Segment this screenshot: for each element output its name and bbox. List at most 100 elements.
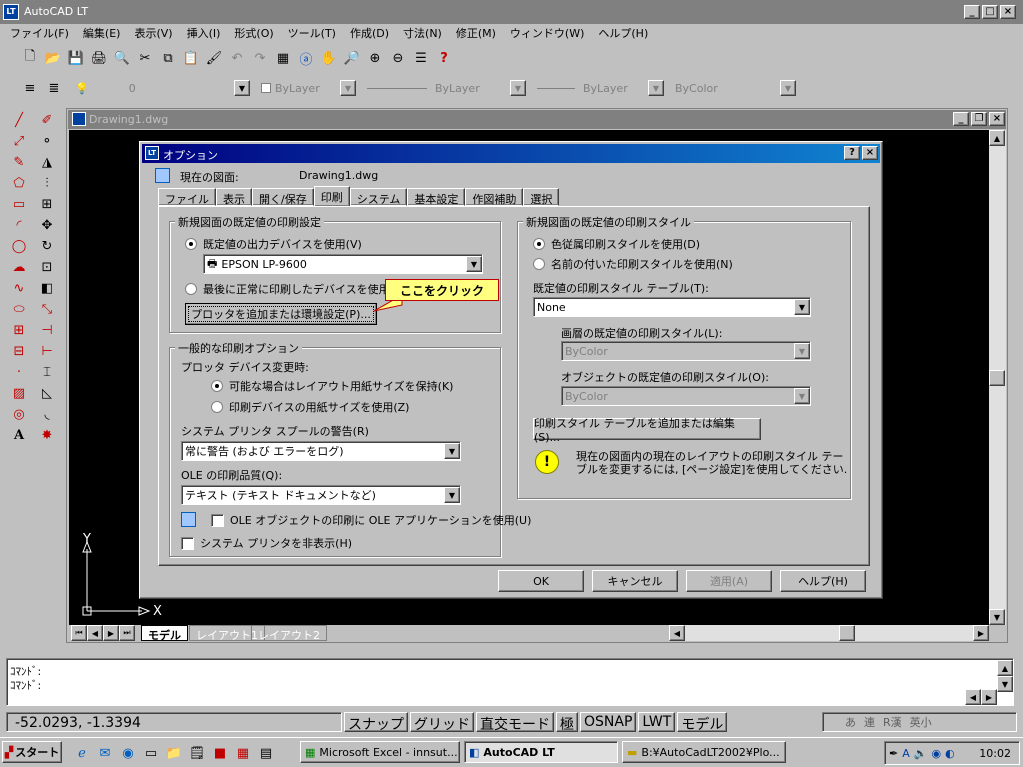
zoom-previous-icon[interactable]: ⊖ — [388, 48, 408, 68]
drawing-icon[interactable] — [72, 112, 86, 126]
redo-icon[interactable]: ↷ — [250, 48, 270, 68]
dialog-help-button[interactable]: ? — [844, 146, 860, 160]
desktop-icon[interactable]: ▭ — [141, 743, 161, 763]
dialog-tab-6[interactable]: 作図補助 — [465, 188, 524, 206]
task-autocad[interactable]: ◧ AutoCAD LT — [464, 741, 618, 763]
drawing-hscroll[interactable]: ◀ ▶ — [669, 625, 989, 641]
status-toggle-3[interactable]: 極 — [556, 712, 578, 733]
ime-icon[interactable]: A — [902, 747, 910, 760]
dialog-tab-3[interactable]: 印刷 — [313, 186, 350, 206]
last-tab-icon[interactable]: ⏭ — [119, 625, 135, 641]
break-icon[interactable]: ⌶ — [37, 362, 57, 382]
plotstyle-combo[interactable]: ByColor ▼ — [672, 78, 796, 98]
zoom-window-icon[interactable]: ⊕ — [365, 48, 385, 68]
outlook-icon[interactable]: ✉ — [95, 743, 115, 763]
mirror-icon[interactable]: ◮ — [37, 152, 57, 172]
ole-quality-combo[interactable]: テキスト (テキスト ドキュメントなど) ▼ — [181, 485, 461, 505]
copy-object-icon[interactable]: ⚬ — [37, 131, 57, 151]
line-icon[interactable]: ╱ — [9, 110, 29, 130]
design-center-icon[interactable]: ▦ — [273, 48, 293, 68]
cmd-scroll-left-icon[interactable]: ◀ — [965, 689, 981, 705]
cmd-scroll-up-icon[interactable]: ▲ — [997, 660, 1013, 676]
explode-icon[interactable]: ✸ — [37, 425, 57, 445]
linetype-combo[interactable]: ByLayer ▼ — [364, 78, 526, 98]
drawing-close-button[interactable]: × — [989, 112, 1005, 126]
open-icon[interactable]: 📂 — [43, 48, 63, 68]
drawing-minimize-button[interactable]: _ — [953, 112, 969, 126]
coordinates[interactable]: -52.0293, -1.3394 — [6, 712, 342, 732]
ime-item-0[interactable]: あ — [845, 714, 856, 730]
tab-layout2[interactable]: レイアウト2 — [251, 625, 327, 642]
chamfer-icon[interactable]: ◺ — [37, 383, 57, 403]
extend-icon[interactable]: ⊢ — [37, 341, 57, 361]
vscroll-thumb[interactable] — [989, 370, 1005, 386]
cut-icon[interactable]: ✂ — [135, 48, 155, 68]
menu-item-5[interactable]: ツール(T) — [288, 25, 336, 41]
text-icon[interactable]: A — [9, 425, 29, 445]
color-combo[interactable]: ByLayer ▼ — [258, 78, 356, 98]
dialog-tab-0[interactable]: ファイル — [158, 188, 216, 206]
stretch-icon[interactable]: ◧ — [37, 278, 57, 298]
menu-item-10[interactable]: ヘルプ(H) — [598, 25, 648, 41]
menu-item-4[interactable]: 形式(O) — [234, 25, 273, 41]
help-button[interactable]: ヘルプ(H) — [780, 570, 866, 592]
region-icon[interactable]: ◎ — [9, 404, 29, 424]
fillet-icon[interactable]: ◟ — [37, 404, 57, 424]
copy-icon[interactable]: ⧉ — [158, 48, 178, 68]
revcloud-icon[interactable]: ☁ — [9, 257, 29, 277]
paste-icon[interactable]: 📋 — [181, 48, 201, 68]
apply-button[interactable]: 適用(A) — [686, 570, 772, 592]
ime-item-3[interactable]: 英小 — [910, 714, 932, 730]
radio-default-device[interactable]: 既定値の出力デバイスを使用(V) — [185, 236, 362, 252]
app-icon[interactable]: LT — [3, 4, 19, 20]
move-icon[interactable]: ✥ — [37, 215, 57, 235]
scroll-left-icon[interactable]: ◀ — [669, 625, 685, 641]
lengthen-icon[interactable]: ⤡ — [37, 299, 57, 319]
dialog-tab-1[interactable]: 表示 — [216, 188, 252, 206]
menu-item-8[interactable]: 修正(M) — [456, 25, 496, 41]
drawing-vscroll[interactable]: ▲ ▼ — [989, 130, 1006, 625]
close-button[interactable]: × — [1000, 5, 1016, 19]
next-tab-icon[interactable]: ▶ — [103, 625, 119, 641]
preview-icon[interactable]: 🔍 — [112, 48, 132, 68]
app-grid-icon[interactable]: ▦ — [233, 743, 253, 763]
tab-model[interactable]: モデル — [141, 625, 188, 642]
radio-device-paper[interactable]: 印刷デバイスの用紙サイズを使用(Z) — [211, 399, 409, 415]
menu-item-7[interactable]: 寸法(N) — [403, 25, 442, 41]
first-tab-icon[interactable]: ⏮ — [71, 625, 87, 641]
pan-icon[interactable]: ✋ — [319, 48, 339, 68]
array-icon[interactable]: ⊞ — [37, 194, 57, 214]
rotate-icon[interactable]: ↻ — [37, 236, 57, 256]
status-toggle-5[interactable]: LWT — [638, 712, 676, 732]
dialog-tab-7[interactable]: 選択 — [523, 188, 560, 206]
speaker-icon[interactable]: 🔈 — [914, 747, 928, 760]
make-block-icon[interactable]: ⊟ — [9, 341, 29, 361]
polygon-icon[interactable]: ⬠ — [9, 173, 29, 193]
menu-item-9[interactable]: ウィンドウ(W) — [510, 25, 584, 41]
insert-block-icon[interactable]: ⊞ — [9, 320, 29, 340]
match-icon[interactable]: 🖌 — [204, 48, 224, 68]
help-icon[interactable]: ? — [434, 48, 454, 68]
layer-manager-icon[interactable]: ≡ — [20, 78, 40, 98]
dialog-tab-4[interactable]: システム — [349, 188, 408, 206]
web-icon[interactable]: ⓐ — [296, 48, 316, 68]
polyline-icon[interactable]: ✎ — [9, 152, 29, 172]
cancel-button[interactable]: キャンセル — [592, 570, 678, 592]
scroll-up-icon[interactable]: ▲ — [989, 130, 1005, 146]
object-style-combo[interactable]: ByColor ▼ — [561, 386, 811, 406]
scroll-right-icon[interactable]: ▶ — [973, 625, 989, 641]
status-toggle-0[interactable]: スナップ — [344, 712, 408, 733]
notes-icon[interactable]: 🗒 — [187, 743, 207, 763]
print-icon[interactable]: 🖨 — [89, 48, 109, 68]
spline-icon[interactable]: ∿ — [9, 278, 29, 298]
menu-item-1[interactable]: 編集(E) — [83, 25, 121, 41]
radio-keep-paper[interactable]: 可能な場合はレイアウト用紙サイズを保持(K) — [211, 378, 453, 394]
point-icon[interactable]: · — [9, 362, 29, 382]
layer-combo[interactable]: 💡 0 ▼ — [72, 78, 250, 98]
layer-previous-icon[interactable]: ≣ — [44, 78, 64, 98]
layer-style-combo[interactable]: ByColor ▼ — [561, 341, 811, 361]
xline-icon[interactable]: ⤢ — [9, 131, 29, 151]
zoom-realtime-icon[interactable]: 🔎 — [342, 48, 362, 68]
radio-last-device[interactable]: 最後に正常に印刷したデバイスを使用 — [185, 281, 390, 297]
drawing-restore-button[interactable]: ❐ — [971, 112, 987, 126]
